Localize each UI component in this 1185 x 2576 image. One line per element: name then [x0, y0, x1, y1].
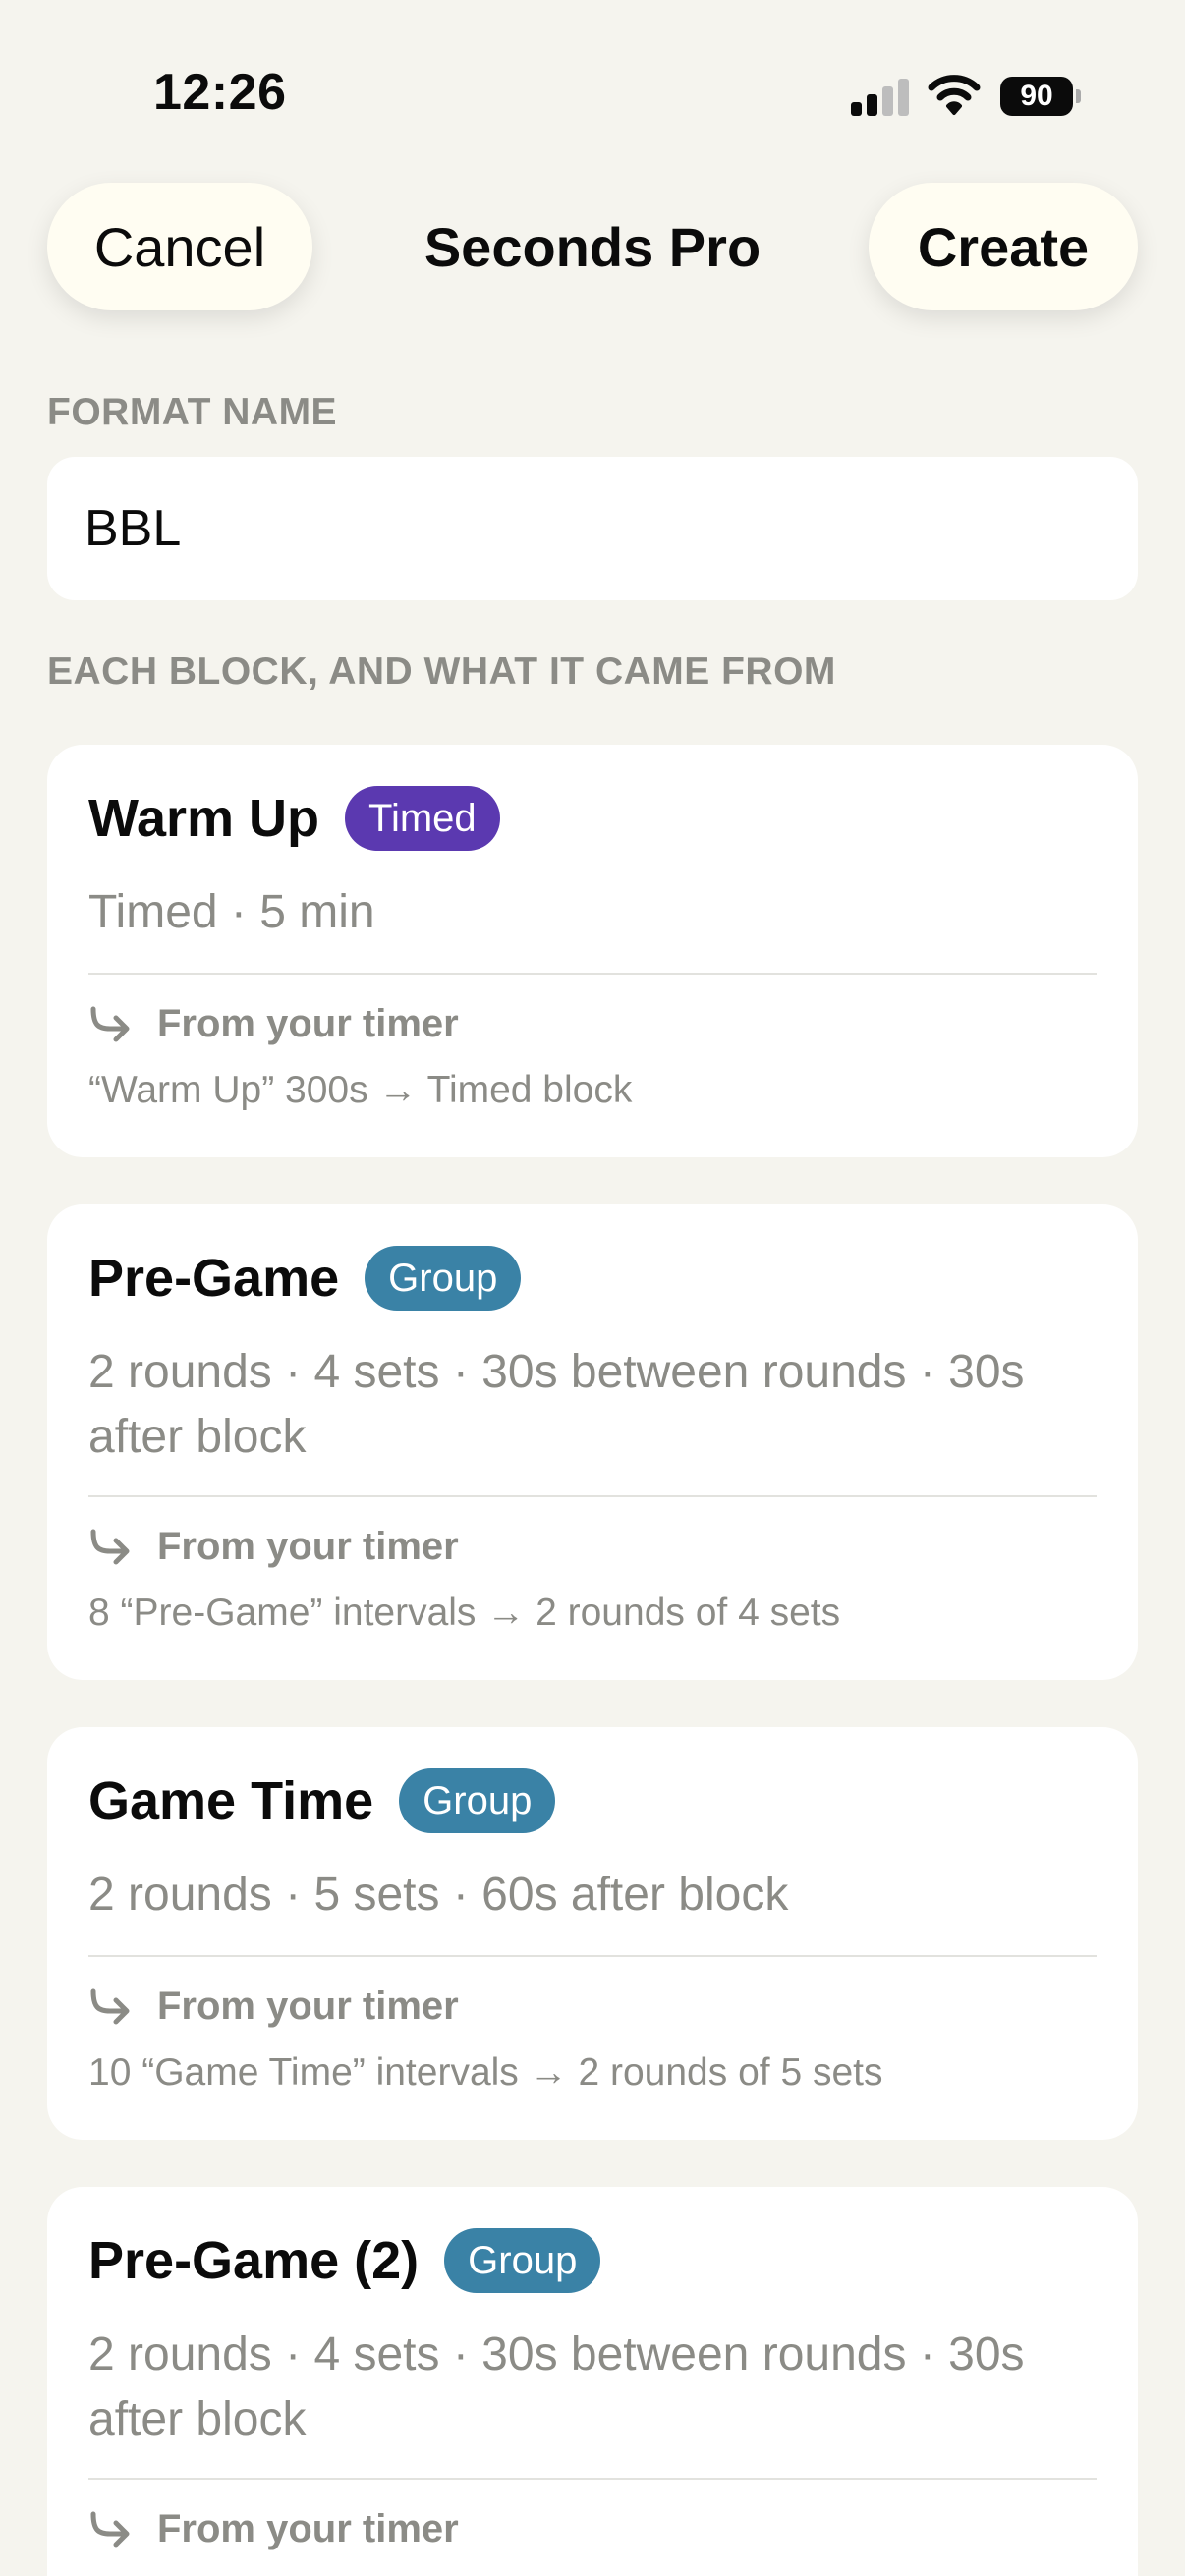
battery-level: 90 [1000, 77, 1073, 116]
divider [88, 2478, 1097, 2480]
block-card-warm-up[interactable]: Warm Up Timed Timed · 5 min From your ti… [47, 745, 1138, 1157]
block-summary: 2 rounds · 4 sets · 30s between rounds ·… [88, 1346, 1025, 1463]
create-button[interactable]: Create [869, 183, 1138, 310]
curved-arrow-right-icon [90, 2511, 130, 2547]
curved-arrow-right-icon [90, 1006, 130, 1041]
block-title: Game Time [88, 1771, 374, 1830]
block-summary: 2 rounds · 4 sets · 30s between rounds ·… [88, 2328, 1025, 2445]
divider [88, 973, 1097, 975]
blocks-section-header: EACH BLOCK, AND WHAT IT CAME FROM [47, 650, 836, 693]
divider [88, 1955, 1097, 1957]
block-card-pre-game-2[interactable]: Pre-Game (2) Group 2 rounds · 4 sets · 3… [47, 2187, 1138, 2576]
block-card-pre-game[interactable]: Pre-Game Group 2 rounds · 4 sets · 30s b… [47, 1204, 1138, 1680]
source-detail: 8 “Pre-Game” intervals → 2 rounds of 4 s… [88, 1592, 841, 1634]
cancel-button[interactable]: Cancel [47, 183, 312, 310]
cellular-signal-icon [851, 77, 910, 116]
curved-arrow-right-icon [90, 1988, 130, 2024]
source-label: From your timer [157, 2507, 459, 2550]
block-title: Pre-Game [88, 1249, 340, 1308]
block-type-badge: Group [399, 1768, 556, 1833]
source-detail: “Warm Up” 300s → Timed block [88, 1069, 633, 1111]
curved-arrow-right-icon [90, 1529, 130, 1564]
block-card-game-time[interactable]: Game Time Group 2 rounds · 5 sets · 60s … [47, 1727, 1138, 2140]
divider [88, 1495, 1097, 1497]
wifi-icon [928, 75, 981, 115]
block-summary: 2 rounds · 5 sets · 60s after block [88, 1869, 789, 1921]
block-type-badge: Group [365, 1246, 522, 1311]
block-type-badge: Timed [345, 786, 500, 851]
format-name-input[interactable]: BBL [47, 457, 1138, 600]
block-title: Warm Up [88, 789, 320, 848]
status-time: 12:26 [153, 64, 287, 121]
source-label: From your timer [157, 1985, 459, 2028]
status-bar: 12:26 90 [0, 0, 1185, 187]
format-name-header: FORMAT NAME [47, 391, 338, 433]
source-label: From your timer [157, 1525, 459, 1568]
source-detail: 10 “Game Time” intervals → 2 rounds of 5… [88, 2051, 883, 2094]
source-label: From your timer [157, 1002, 459, 1045]
block-summary: Timed · 5 min [88, 886, 375, 938]
block-title: Pre-Game (2) [88, 2231, 420, 2290]
battery-icon: 90 [1000, 77, 1081, 116]
block-type-badge: Group [444, 2228, 601, 2293]
page-title: Seconds Pro [423, 215, 762, 278]
